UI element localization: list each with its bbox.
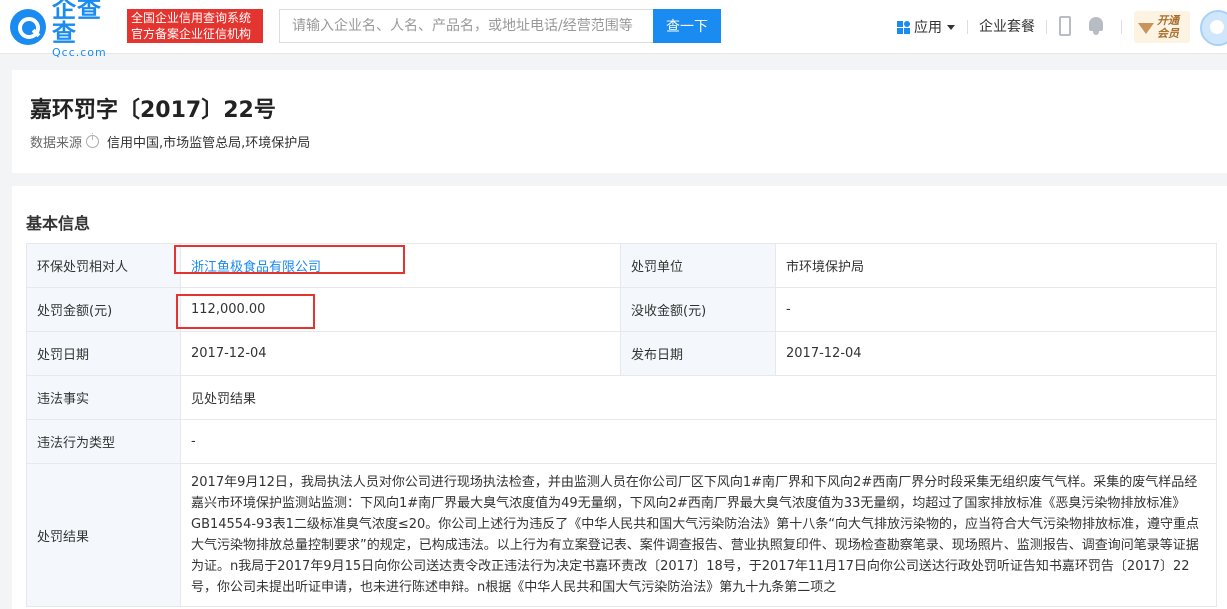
slogan-badge: 全国企业信用查询系统 官方备案企业征信机构	[127, 9, 263, 43]
top-navigation-bar: 企查查 Qcc.com 全国企业信用查询系统 官方备案企业征信机构 请输入企业名…	[0, 0, 1227, 58]
slogan-line-2: 官方备案企业征信机构	[131, 27, 252, 41]
fact-value: 见处罚结果	[180, 375, 1217, 420]
publish-label: 发布日期	[620, 331, 776, 376]
highlight-box-amount	[176, 294, 315, 329]
section-title: 基本信息	[26, 214, 91, 233]
apps-menu[interactable]: 应用	[897, 17, 955, 37]
chevron-down-icon	[947, 24, 955, 30]
type-value: -	[180, 419, 1217, 464]
party-label: 环保处罚相对人	[26, 243, 181, 288]
nav-divider	[1121, 20, 1122, 34]
result-value: 2017年9月12日，我局执法人员对你公司进行现场执法检查，并由监测人员在你公司…	[180, 463, 1217, 607]
table-row: 处罚日期 2017-12-04 发布日期 2017-12-04	[26, 331, 1217, 376]
table-row: 处罚结果 2017年9月12日，我局执法人员对你公司进行现场执法检查，并由监测人…	[26, 463, 1217, 607]
slogan-line-1: 全国企业信用查询系统	[131, 11, 252, 25]
avatar[interactable]	[1200, 10, 1227, 46]
info-icon[interactable]	[86, 133, 100, 148]
type-label: 违法行为类型	[26, 419, 181, 464]
data-source-value: 信用中国,市场监管总局,环境保护局	[107, 136, 311, 151]
table-row: 违法行为类型 -	[26, 419, 1217, 464]
logo-domain: Qcc.com	[52, 45, 107, 59]
title-card: 嘉环罚字〔2017〕22号 数据来源 信用中国,市场监管总局,环境保护局	[12, 70, 1227, 173]
table-row: 违法事实 见处罚结果	[26, 375, 1217, 420]
confiscate-value: -	[775, 287, 1217, 332]
vip-line-2: 会员	[1157, 27, 1179, 40]
apps-label: 应用	[914, 20, 942, 36]
vip-line-1: 开通	[1157, 14, 1179, 27]
date-value: 2017-12-04	[180, 331, 621, 376]
bell-icon[interactable]	[1088, 17, 1104, 35]
vip-membership-button[interactable]: 开通 会员	[1134, 11, 1190, 43]
enterprise-plan-link[interactable]: 企业套餐	[979, 17, 1035, 37]
page-title: 嘉环罚字〔2017〕22号	[30, 98, 276, 123]
mobile-app-icon[interactable]	[1059, 16, 1071, 36]
result-label: 处罚结果	[26, 463, 181, 607]
unit-label: 处罚单位	[620, 243, 776, 288]
date-label: 处罚日期	[26, 331, 181, 376]
logo-name: 企查查	[52, 0, 102, 47]
unit-value: 市环境保护局	[775, 243, 1217, 288]
highlight-box-party	[174, 245, 405, 274]
data-source-label: 数据来源	[30, 136, 83, 151]
amount-label: 处罚金额(元)	[26, 287, 181, 332]
qcc-logo-icon	[10, 9, 46, 45]
qcc-logo[interactable]: 企查查 Qcc.com	[10, 0, 122, 58]
confiscate-label: 没收金额(元)	[620, 287, 776, 332]
publish-value: 2017-12-04	[775, 331, 1217, 376]
data-source: 数据来源 信用中国,市场监管总局,环境保护局	[30, 132, 310, 151]
vip-diamond-icon	[1138, 20, 1154, 34]
search-input[interactable]: 请输入企业名、人名、产品名，或地址电话/经营范围等	[279, 9, 654, 43]
nav-divider	[1046, 20, 1047, 34]
nav-divider	[967, 20, 968, 34]
search-button[interactable]: 查一下	[653, 9, 721, 43]
grid-icon	[897, 20, 910, 34]
fact-label: 违法事实	[26, 375, 181, 420]
